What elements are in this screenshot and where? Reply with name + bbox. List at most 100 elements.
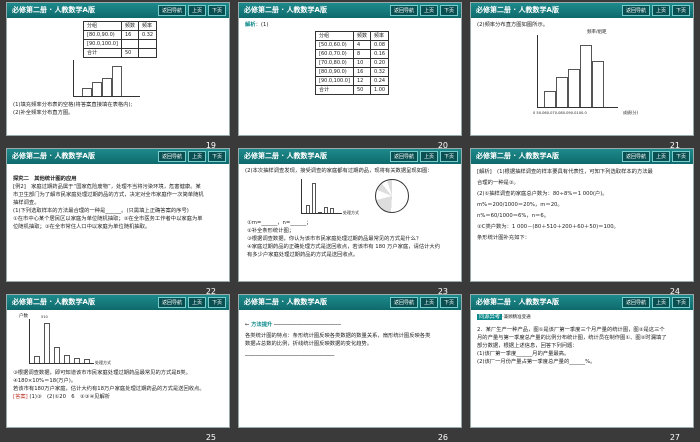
course-title: 必修第二册 · 人教数学A版	[244, 6, 327, 14]
back-nav-button[interactable]: 返回导航	[157, 151, 186, 162]
pie-chart	[375, 179, 409, 213]
next-page-button[interactable]: 下页	[671, 297, 690, 308]
slide-thumbnail-23[interactable]: 必修第二册 · 人教数学A版 返回导航 上页 下页 (2)本次抽样调查发现，接受调查…	[238, 148, 462, 296]
chart-axis-title: 处理方式	[343, 210, 359, 215]
histogram-bar	[112, 66, 122, 96]
next-page-button[interactable]: 下页	[439, 151, 458, 162]
chart-bar	[330, 208, 334, 213]
course-title: 必修第二册 · 人教数学A版	[476, 152, 559, 160]
table-cell: 频数	[120, 21, 139, 31]
prev-page-button[interactable]: 上页	[187, 5, 206, 16]
table-cell: 合计	[83, 48, 122, 58]
slide-22: 必修第二册 · 人教数学A版 返回导航 上页 下页 探究二 其他统计图的应用 [例2…	[6, 148, 230, 282]
chart-bar	[64, 355, 70, 363]
course-title: 必修第二册 · 人教数学A版	[244, 152, 327, 160]
slide-thumbnail-24[interactable]: 必修第二册 · 人教数学A版 返回导航 上页 下页 [解析] (1)根据抽样调查的样…	[470, 148, 694, 296]
next-page-button[interactable]: 下页	[671, 151, 690, 162]
prev-page-button[interactable]: 上页	[187, 151, 206, 162]
back-nav-button[interactable]: 返回导航	[621, 151, 650, 162]
histogram-bar	[592, 61, 604, 107]
next-page-button[interactable]: 下页	[207, 5, 226, 16]
slide-26: 必修第二册 · 人教数学A版 返回导航 上页 下页 ← 方法提升 ─────────…	[238, 294, 462, 428]
slide-thumbnail-19[interactable]: 必修第二册 · 人教数学A版 返回导航 上页 下页 分组 频数 频率 [80.0,90.…	[6, 2, 230, 150]
back-nav-button[interactable]: 返回导航	[157, 297, 186, 308]
back-nav-button[interactable]: 返回导航	[157, 5, 186, 16]
solution-line: m%＝200/1000＝20%，m＝20。	[477, 202, 563, 208]
slide-thumbnail-26[interactable]: 必修第二册 · 人教数学A版 返回导航 上页 下页 ← 方法提升 ─────────…	[238, 294, 462, 442]
question-text: (1)填充频率分布表的空格(将答案直接填在表格内);	[13, 102, 133, 108]
slide-body: (2)频率分布直方图如图所示。 频率/组距 0 50.060.070.080.0…	[477, 21, 687, 119]
slide-thumbnail-27[interactable]: 必修第二册 · 人教数学A版 返回导航 上页 下页 同源异考 ·兼顾精准变通 2．某厂…	[470, 294, 694, 442]
slide-body: 分组 频数 频率 [80.0,90.0) 16 0.32 [90.0,100.0] 合计…	[13, 21, 223, 119]
solution-text: (2)频率分布直方图如图所示。	[477, 22, 549, 28]
table-cell: 4	[352, 40, 371, 50]
slide-thumbnail-22[interactable]: 必修第二册 · 人教数学A版 返回导航 上页 下页 探究二 其他统计图的应用 [例2…	[6, 148, 230, 296]
slide-19: 必修第二册 · 人教数学A版 返回导航 上页 下页 分组 频数 频率 [80.0,90.…	[6, 2, 230, 136]
badge: 同源异考	[477, 314, 503, 320]
slide-header: 必修第二册 · 人教数学A版 返回导航 上页 下页	[239, 3, 461, 18]
bar-chart-axes	[29, 319, 94, 364]
table-cell: 分组	[315, 31, 354, 41]
question-block: ①m=______，n=______； ②补全条形统计图； ③根据调查数据，你认…	[247, 219, 440, 259]
problem-line: 2．某厂生产一种产品，图①是该厂第一季度三个月产量的统计图，图②是这三个	[477, 327, 665, 333]
solution-line: 合理的一种是③。	[477, 180, 519, 186]
bar-value-label: 510	[41, 315, 48, 319]
slide-header: 必修第二册 · 人教数学A版 返回导航 上页 下页	[7, 149, 229, 164]
table-cell: [90.0,100.0]	[315, 76, 354, 86]
chart-bar	[324, 207, 328, 213]
slide-body: [解析] (1)根据抽样调查的样本要具有代表性，可知下列选取样本的方法最 合理的…	[477, 167, 687, 265]
problem-line: (1)该厂第一季度______月的产量最高。	[477, 351, 570, 357]
course-title: 必修第二册 · 人教数学A版	[476, 6, 559, 14]
section-title: 探究二 其他统计图的应用	[13, 176, 77, 182]
solution-line: n%＝60/1000＝6%，n＝6。	[477, 213, 550, 219]
slide-body: ← 方法提升 ───────────────────── 各类统计图的特点：条形…	[245, 321, 455, 411]
histogram-bar	[556, 77, 568, 107]
prev-page-button[interactable]: 上页	[651, 151, 670, 162]
prev-page-button[interactable]: 上页	[419, 297, 438, 308]
next-page-button[interactable]: 下页	[207, 297, 226, 308]
x-axis-label: 处理方式	[95, 360, 111, 365]
prev-page-button[interactable]: 上页	[651, 5, 670, 16]
solution-line: 若该市有180万户家庭，估计大约有18万户家庭处理过期药品的方式是送回收点。	[13, 386, 205, 392]
next-page-button[interactable]: 下页	[439, 5, 458, 16]
slide-thumbnail-25[interactable]: 必修第二册 · 人教数学A版 返回导航 上页 下页 户数 510 处理方式 ③根据调…	[6, 294, 230, 442]
back-nav-button[interactable]: 返回导航	[389, 297, 418, 308]
course-title: 必修第二册 · 人教数学A版	[12, 152, 95, 160]
table-cell	[137, 48, 158, 58]
solution-line: ④180×10%＝18(万户)。	[13, 378, 77, 384]
chart-bar	[318, 212, 322, 213]
next-page-button[interactable]: 下页	[671, 5, 690, 16]
prev-page-button[interactable]: 上页	[187, 297, 206, 308]
problem-line: 抽样调查。	[13, 200, 40, 206]
next-page-button[interactable]: 下页	[207, 151, 226, 162]
solution-line: (2)①抽样调查的家庭总户数为：80÷8%＝1 000(户)。	[477, 191, 608, 197]
solution-line: 解析：(1)	[245, 21, 455, 29]
histogram-bar	[568, 69, 580, 107]
table-cell: [50.0,60.0)	[315, 40, 354, 50]
slide-thumbnail-20[interactable]: 必修第二册 · 人教数学A版 返回导航 上页 下页 解析：(1) 分组 频数 频率 [5…	[238, 2, 462, 150]
next-page-button[interactable]: 下页	[439, 297, 458, 308]
slide-header: 必修第二册 · 人教数学A版 返回导航 上页 下页	[7, 3, 229, 18]
back-nav-button[interactable]: 返回导航	[621, 297, 650, 308]
y-axis-label: 户数	[19, 314, 28, 319]
table-cell: 0.24	[369, 76, 390, 86]
back-nav-button[interactable]: 返回导航	[389, 151, 418, 162]
problem-line: [例2] 家庭过期药品属于“国家危险废物”，处理不当将污染环境，危害健康。某	[13, 184, 201, 190]
table-cell	[120, 39, 139, 49]
prev-page-button[interactable]: 上页	[651, 297, 670, 308]
chart-bar	[34, 356, 40, 363]
slide-header: 必修第二册 · 人教数学A版 返回导航 上页 下页	[471, 3, 693, 18]
prev-page-button[interactable]: 上页	[419, 151, 438, 162]
course-title: 必修第二册 · 人教数学A版	[476, 298, 559, 306]
slide-thumbnail-21[interactable]: 必修第二册 · 人教数学A版 返回导航 上页 下页 (2)频率分布直方图如图所示。 …	[470, 2, 694, 150]
histogram-bar	[580, 45, 592, 107]
table-cell: [90.0,100.0]	[83, 39, 122, 49]
back-nav-button[interactable]: 返回导航	[389, 5, 418, 16]
back-nav-button[interactable]: 返回导航	[621, 5, 650, 16]
histogram-bar	[544, 91, 556, 107]
histogram-axes	[73, 60, 140, 97]
problem-line: 有多少户家庭处理过期药品的方式是送回收点。	[247, 252, 359, 258]
x-axis-ticks: 0 50.060.070.080.090.0100.0	[533, 111, 587, 115]
problem-line: ④家庭过期药品的正确处理方式是送回收点，若该市有 180 万户家庭，请估计大约	[247, 244, 441, 250]
prev-page-button[interactable]: 上页	[419, 5, 438, 16]
